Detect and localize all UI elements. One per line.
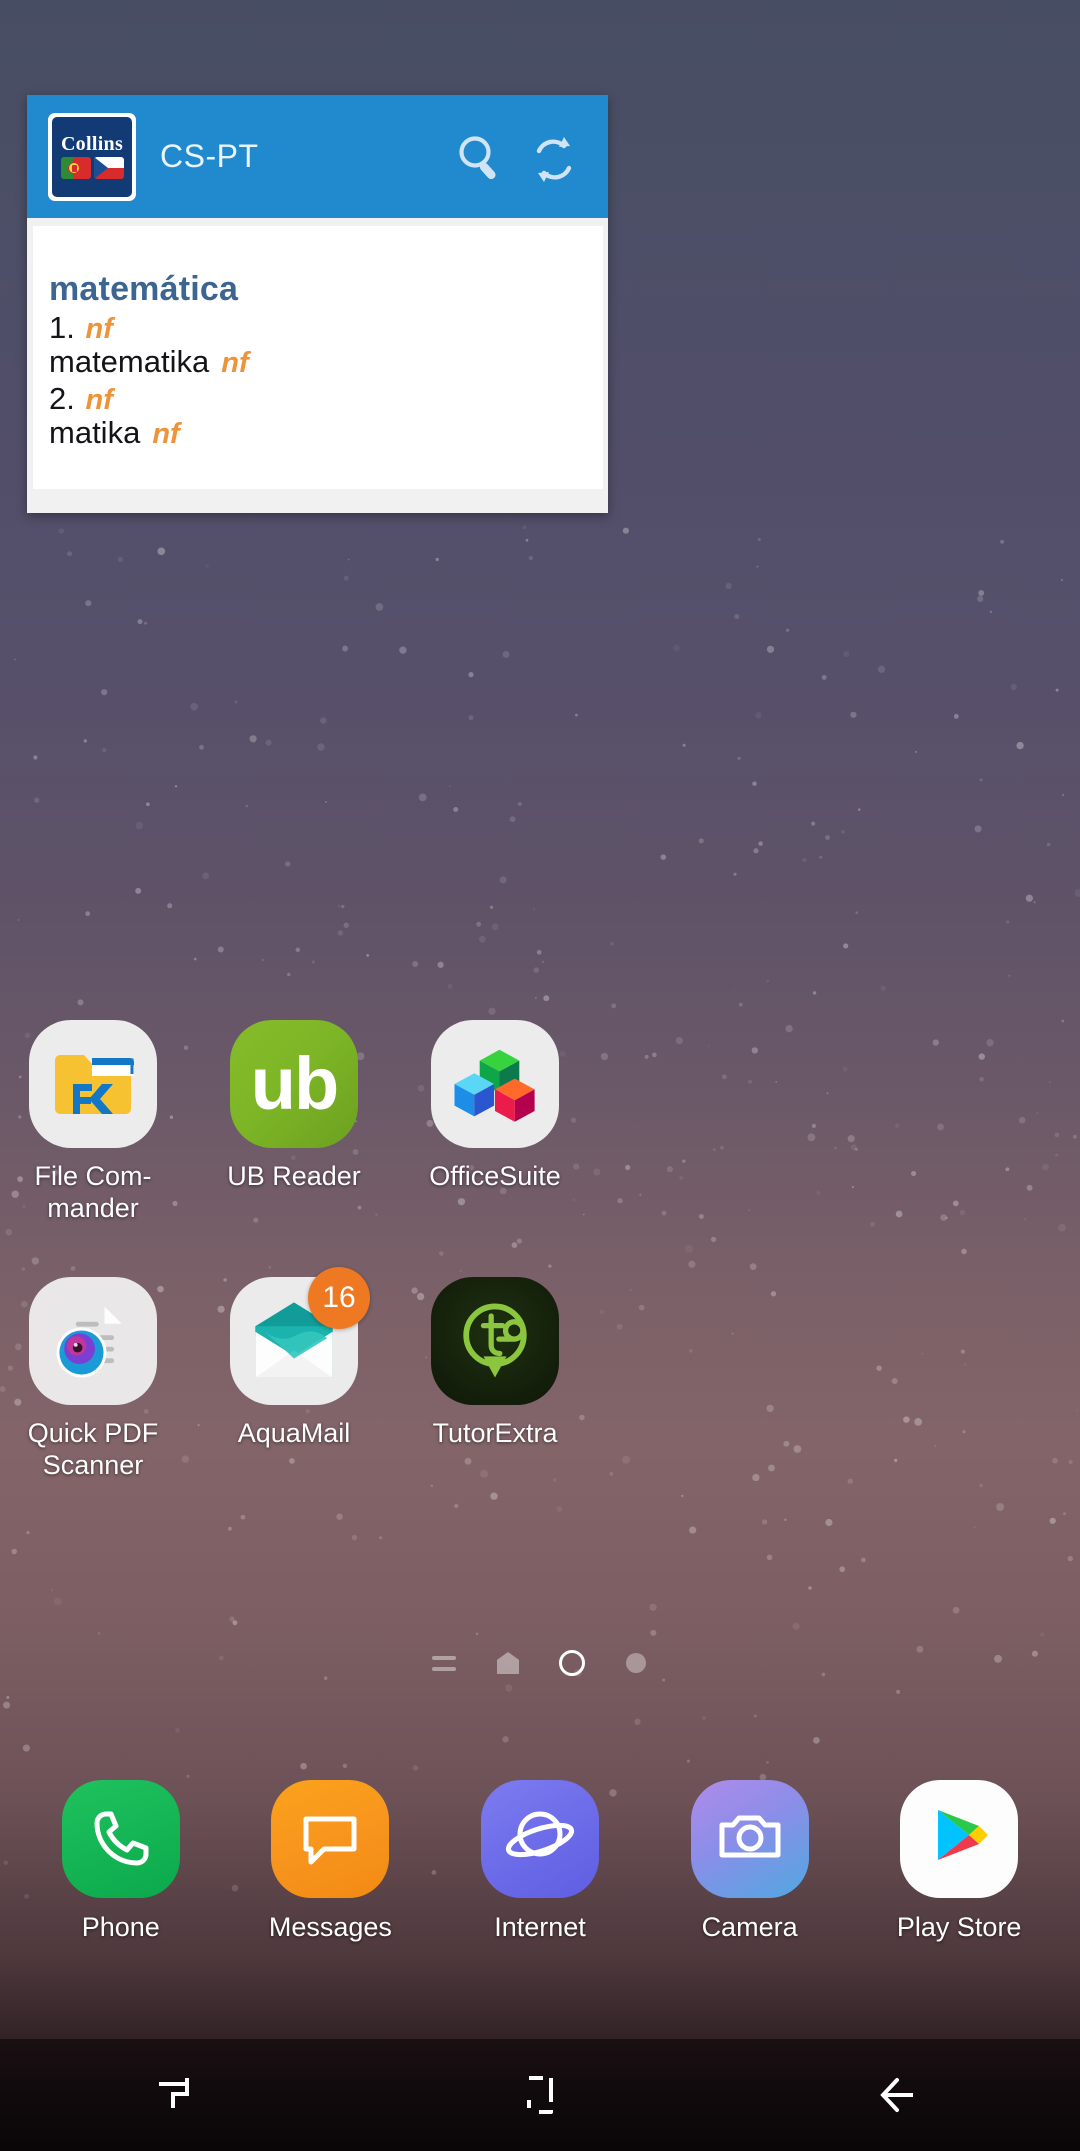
translation-part-of-speech: nf	[152, 418, 180, 451]
page-indicator-home[interactable]	[495, 1650, 521, 1676]
widget-actions	[452, 129, 582, 185]
sense-translation: matika nf	[49, 415, 603, 451]
home-icon[interactable]	[360, 2039, 720, 2151]
dock-label: Internet	[494, 1912, 586, 1942]
translation-part-of-speech: nf	[221, 347, 249, 380]
ub-reader-monogram: ub	[250, 1042, 339, 1125]
quick-pdf-scanner-icon[interactable]	[29, 1276, 157, 1405]
portugal-flag-icon	[60, 157, 91, 179]
app-item-aquamail[interactable]: 16 AquaMail	[219, 1266, 370, 1482]
translation-text: matika	[49, 415, 141, 451]
app-label: File Com-mander	[34, 1161, 152, 1223]
home-screen-app-grid: File Com-mander ub UB Reader OfficeSuite…	[0, 1020, 1080, 1481]
collins-dictionary-widget[interactable]: Collins CS-PT matemática 1. nf matematik…	[27, 95, 608, 513]
phone-icon[interactable]	[61, 1780, 180, 1898]
tutorextra-icon[interactable]	[431, 1276, 559, 1405]
page-indicator	[0, 1650, 1080, 1676]
ub-reader-icon[interactable]: ub	[230, 1020, 358, 1148]
sense-translation: matematika nf	[49, 344, 603, 380]
page-indicator-next[interactable]	[623, 1650, 649, 1676]
language-pair-flags	[60, 157, 124, 179]
refresh-swap-icon[interactable]	[526, 129, 582, 185]
notification-badge: 16	[308, 1266, 370, 1329]
app-row: Quick PDF Scanner 16 AquaMail TutorExtra	[0, 1266, 1080, 1482]
sense-header: 2. nf	[49, 382, 603, 416]
app-item-officesuite[interactable]: OfficeSuite	[420, 1020, 570, 1225]
dock-label: Camera	[701, 1912, 798, 1942]
app-label: OfficeSuite	[429, 1161, 561, 1191]
app-label: Quick PDF Scanner	[27, 1417, 159, 1480]
system-navigation-bar	[0, 2039, 1080, 2151]
collins-brand-label: Collins	[60, 133, 124, 155]
czech-flag-icon	[93, 157, 124, 179]
app-label: UB Reader	[227, 1161, 361, 1191]
widget-body: matemática 1. nf matematika nf 2. nf mati…	[27, 218, 608, 513]
dock-item-internet[interactable]: Internet	[455, 1780, 625, 1943]
dock-item-messages[interactable]: Messages	[245, 1780, 415, 1943]
back-arrow-icon[interactable]	[720, 2039, 1080, 2151]
app-label: AquaMail	[237, 1417, 351, 1448]
dock: Phone Messages Internet Camera Play Stor…	[0, 1780, 1080, 1943]
dock-label: Play Store	[896, 1912, 1022, 1942]
app-item-quick-pdf-scanner[interactable]: Quick PDF Scanner	[18, 1276, 168, 1482]
collins-dictionary-icon[interactable]: Collins	[48, 112, 136, 201]
search-icon[interactable]	[452, 129, 508, 185]
internet-browser-icon[interactable]	[480, 1780, 599, 1898]
dock-item-play-store[interactable]: Play Store	[874, 1780, 1044, 1943]
app-item-file-commander[interactable]: File Com-mander	[18, 1020, 168, 1225]
play-store-icon[interactable]	[900, 1780, 1019, 1898]
recents-icon[interactable]	[0, 2039, 360, 2151]
camera-icon[interactable]	[690, 1780, 809, 1898]
app-label: TutorExtra	[432, 1417, 558, 1448]
sense-number: 2.	[49, 381, 75, 417]
sense-number: 1.	[49, 310, 75, 345]
part-of-speech: nf	[85, 384, 113, 417]
page-indicator-current[interactable]	[559, 1650, 585, 1676]
messages-icon[interactable]	[271, 1780, 390, 1898]
dock-item-camera[interactable]: Camera	[665, 1780, 835, 1943]
app-item-ub-reader[interactable]: ub UB Reader	[219, 1020, 369, 1225]
file-commander-icon[interactable]	[29, 1020, 157, 1148]
app-item-tutorextra[interactable]: TutorExtra	[420, 1276, 570, 1482]
dock-label: Phone	[81, 1912, 160, 1942]
dock-label: Messages	[268, 1912, 392, 1942]
page-indicator-apps-edge[interactable]	[431, 1650, 457, 1676]
widget-header: Collins CS-PT	[27, 95, 608, 218]
officesuite-icon[interactable]	[431, 1020, 559, 1148]
entry-headword: matemática	[49, 270, 239, 308]
widget-title: CS-PT	[160, 138, 259, 174]
app-row: File Com-mander ub UB Reader OfficeSuite	[0, 1020, 1080, 1225]
sense-header: 1. nf	[49, 311, 603, 345]
translation-text: matematika	[49, 344, 210, 380]
dictionary-entry[interactable]: matemática 1. nf matematika nf 2. nf mati…	[33, 226, 603, 489]
part-of-speech: nf	[85, 313, 113, 345]
dock-item-phone[interactable]: Phone	[36, 1780, 206, 1943]
